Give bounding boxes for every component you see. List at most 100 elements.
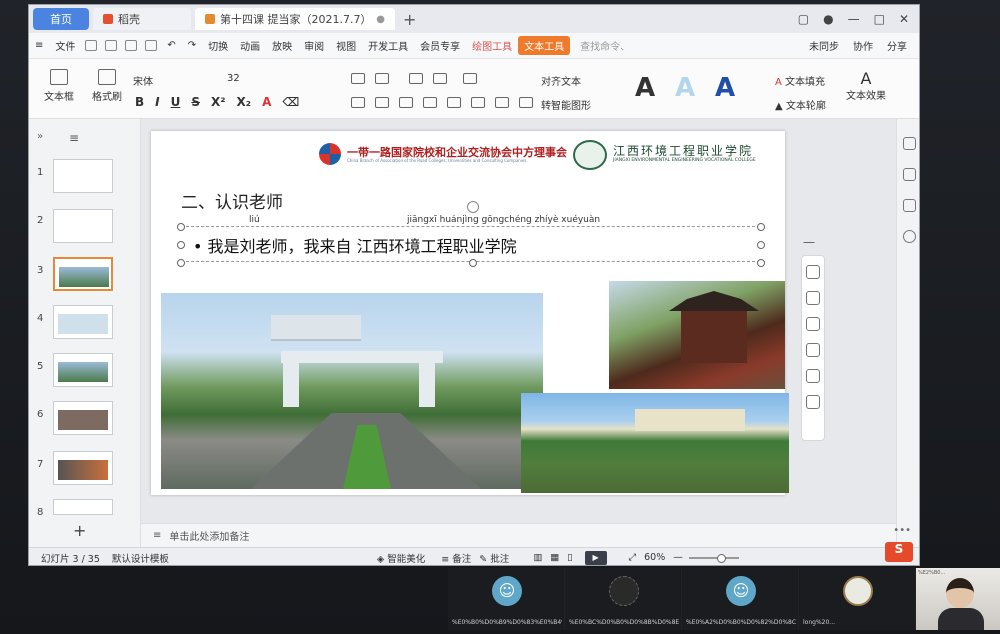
align-right-icon[interactable] (399, 97, 413, 108)
text-adjust-icon[interactable] (806, 395, 820, 409)
avatar[interactable]: ● (823, 12, 833, 26)
text-style-black[interactable]: A (635, 73, 655, 103)
menu-item-slideshow[interactable]: 放映 (266, 38, 298, 53)
collapse-toolbar-icon[interactable]: — (803, 235, 815, 249)
notes-area[interactable]: ≡ 单击此处添加备注 (141, 523, 896, 547)
close-window-icon[interactable]: ✕ (899, 12, 909, 26)
text-style-blue[interactable]: A (715, 73, 735, 103)
menu-item-developer[interactable]: 开发工具 (362, 38, 414, 53)
normal-view-icon[interactable]: ▥ (533, 552, 542, 563)
collapse-panel-icon[interactable]: » (37, 131, 43, 142)
location-icon[interactable] (806, 369, 820, 383)
collab-button[interactable]: 协作 (853, 38, 873, 53)
template-name[interactable]: 默认设计模板 (112, 551, 169, 565)
export-icon[interactable] (105, 40, 118, 51)
text-effect-button[interactable]: A 文本效果 (841, 69, 891, 102)
text-style-light-blue[interactable]: A (675, 73, 695, 103)
menu-file[interactable]: 文件 (49, 38, 81, 53)
zoom-slider[interactable] (688, 553, 739, 563)
menu-item-review[interactable]: 审阅 (298, 38, 330, 53)
slide-title[interactable]: 二、认识老师 (181, 188, 283, 213)
underline-icon[interactable]: U (171, 95, 181, 109)
clear-format-icon[interactable]: ⌫ (282, 95, 299, 109)
font-color-icon[interactable]: A (262, 95, 271, 109)
fit-window-icon[interactable]: ⤢ (629, 552, 637, 563)
preview-icon[interactable] (145, 40, 158, 51)
bold-icon[interactable]: B (135, 95, 144, 109)
format-painter-button[interactable]: 格式刷 (85, 69, 129, 103)
menu-item-transition[interactable]: 切换 (202, 38, 234, 53)
new-tab-icon[interactable]: + (403, 10, 416, 29)
reading-view-icon[interactable]: ▯ (567, 552, 572, 563)
comments-button[interactable]: ✎ 批注 (479, 551, 509, 565)
column-icon[interactable] (519, 97, 533, 108)
slide-thumbnail[interactable] (53, 209, 113, 243)
bullet-list-icon[interactable] (351, 73, 365, 84)
align-center-icon[interactable] (375, 97, 389, 108)
font-size-select[interactable]: 32 (227, 73, 277, 89)
notes-button[interactable]: ≡ 备注 (441, 551, 471, 565)
campus-lake-photo[interactable] (521, 393, 789, 493)
align-text-button[interactable]: 对齐文本 (541, 73, 581, 88)
resize-handle[interactable] (177, 223, 185, 231)
layers-icon[interactable] (806, 265, 820, 279)
menu-item-drawing-tools[interactable]: 绘图工具 (466, 38, 518, 53)
redo-icon[interactable]: ↷ (182, 40, 202, 51)
smartart-button[interactable]: 转智能图形 (541, 97, 591, 112)
menu-item-member[interactable]: 会员专享 (414, 38, 466, 53)
participant-tile[interactable]: ☺ %E0%A2%D0%B0%D0%82%D0%8C%... (682, 568, 799, 630)
save-icon[interactable] (85, 40, 98, 51)
shape-icon[interactable] (806, 317, 820, 331)
resize-handle[interactable] (177, 259, 185, 267)
numbered-list-icon[interactable] (375, 73, 389, 84)
self-camera-tile[interactable]: %E2%B0... (916, 568, 1000, 630)
settings-icon[interactable] (902, 137, 916, 150)
italic-icon[interactable]: I (155, 95, 159, 109)
tab-docer[interactable]: 稻壳 (93, 8, 191, 30)
play-icon[interactable]: ▶ (584, 550, 607, 565)
participant-tile[interactable]: %E0%BC%D0%B0%D0%8B%D0%8E%D0... (565, 568, 682, 630)
textbox-button[interactable]: 文本框 (37, 69, 81, 103)
slide-body-text[interactable]: • 我是刘老师，我来自 江西环境工程职业学院 (193, 233, 517, 257)
backup-icon[interactable] (902, 199, 916, 212)
undo-icon[interactable]: ↶ (161, 40, 181, 51)
line-spacing-icon[interactable] (471, 97, 485, 108)
font-select[interactable]: 宋体 (133, 73, 213, 89)
participant-tile[interactable]: long%20... (799, 568, 916, 630)
subscript-icon[interactable]: X₂ (237, 95, 252, 109)
slide-thumbnail[interactable] (53, 401, 113, 435)
more-icon[interactable]: ••• (893, 525, 911, 536)
slide[interactable]: 一带一路国家院校和企业交流协会中方理事会 China Branch of Ass… (151, 131, 789, 495)
slide-thumbnail[interactable] (53, 305, 113, 339)
menu-icon[interactable]: ≡ (29, 40, 49, 51)
text-fill-button[interactable]: A 文本填充 (775, 73, 825, 88)
slide-thumbnail[interactable] (53, 451, 113, 485)
text-outline-button[interactable]: ▲ 文本轮廓 (775, 97, 826, 112)
resize-handle[interactable] (757, 223, 765, 231)
close-tab-icon[interactable]: ● (376, 14, 385, 25)
indent-decrease-icon[interactable] (409, 73, 423, 84)
rotate-handle-icon[interactable] (467, 201, 479, 213)
zoom-level[interactable]: 60% (644, 552, 665, 563)
paragraph-spacing-icon[interactable] (495, 97, 509, 108)
share-button[interactable]: 分享 (887, 38, 907, 53)
minimize-icon[interactable]: — (848, 12, 860, 26)
strikethrough-icon[interactable]: S (191, 95, 200, 109)
tab-document[interactable]: 第十四课 提当家（2021.7.7） ● (195, 8, 395, 30)
frame-icon[interactable] (806, 343, 820, 357)
sorter-view-icon[interactable]: ▦ (550, 552, 559, 563)
print-icon[interactable] (125, 40, 138, 51)
text-direction-icon[interactable] (463, 73, 477, 84)
add-slide-icon[interactable]: + (73, 521, 86, 540)
sync-button[interactable]: 未同步 (809, 38, 839, 53)
menu-item-view[interactable]: 视图 (330, 38, 362, 53)
beautify-button[interactable]: ◈ 智能美化 (377, 551, 425, 565)
resize-handle[interactable] (757, 241, 765, 249)
resize-handle[interactable] (469, 259, 477, 267)
distribute-icon[interactable] (447, 97, 461, 108)
indent-increase-icon[interactable] (433, 73, 447, 84)
layout-icon[interactable]: ▢ (798, 12, 809, 26)
zoom-out-icon[interactable]: — (673, 552, 683, 563)
campus-gate-photo[interactable] (161, 293, 543, 489)
menu-item-animation[interactable]: 动画 (234, 38, 266, 53)
